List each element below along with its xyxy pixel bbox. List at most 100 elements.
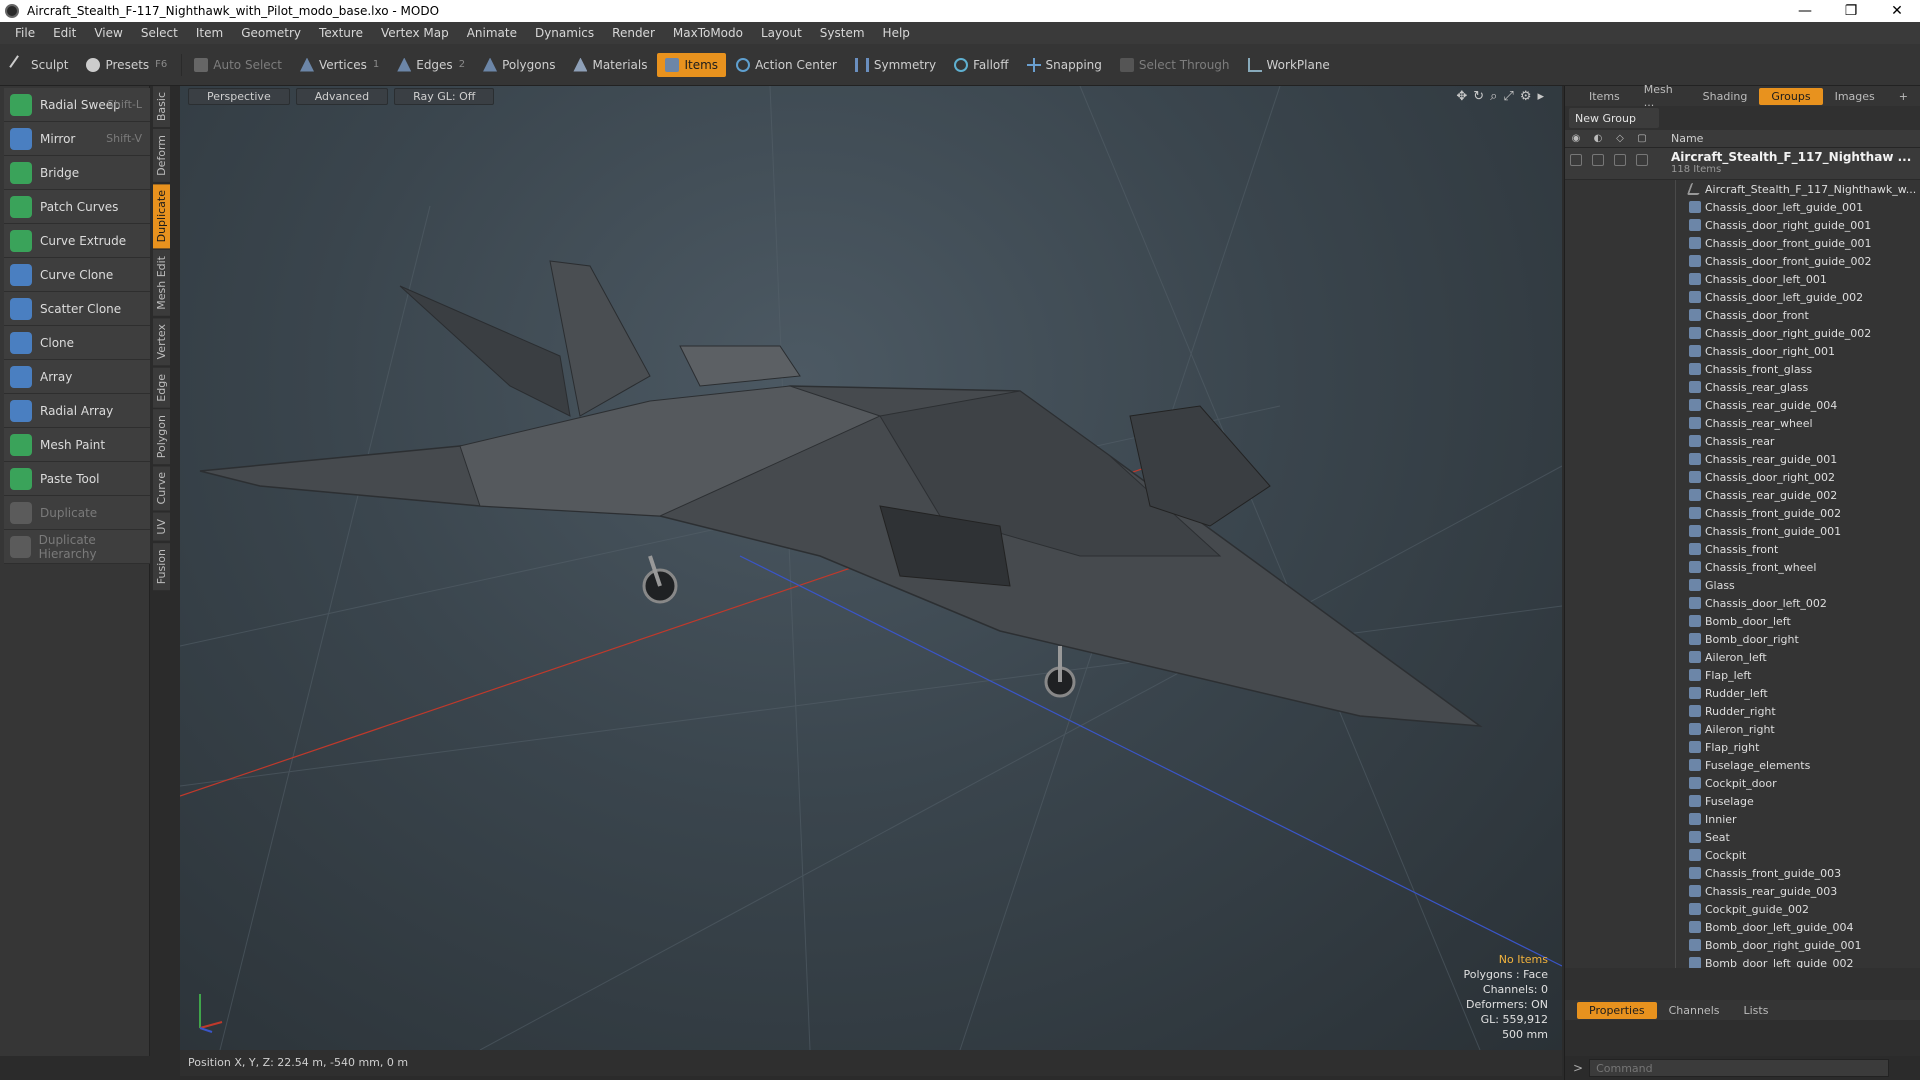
sculpt-button[interactable]: Sculpt [4, 53, 76, 77]
list-item[interactable]: Fuselage [1565, 792, 1920, 810]
menu-select[interactable]: Select [132, 26, 187, 40]
tab-channels[interactable]: Channels [1657, 1002, 1732, 1019]
presets-button[interactable]: Presets F6 [78, 53, 175, 77]
materials-button[interactable]: Materials [565, 53, 655, 77]
list-item[interactable]: Bomb_door_right [1565, 630, 1920, 648]
visibility-column-icon[interactable]: ◉ [1565, 133, 1587, 144]
tab-groups[interactable]: Groups [1759, 87, 1823, 105]
list-item[interactable]: Bomb_door_right_guide_001 [1565, 936, 1920, 954]
vtab-deform[interactable]: Deform [153, 129, 170, 183]
list-item[interactable]: Flap_left [1565, 666, 1920, 684]
vtab-edge[interactable]: Edge [153, 367, 170, 408]
menu-maxtomodo[interactable]: MaxToModo [664, 26, 752, 40]
root-render-toggle[interactable] [1592, 154, 1604, 166]
advanced-shading-tab[interactable]: Advanced [295, 87, 389, 105]
root-lock-toggle[interactable] [1614, 154, 1626, 166]
root-select-toggle[interactable] [1636, 154, 1648, 166]
menu-geometry[interactable]: Geometry [232, 26, 310, 40]
menu-texture[interactable]: Texture [310, 26, 372, 40]
list-item[interactable]: Cockpit_guide_002 [1565, 900, 1920, 918]
menu-edit[interactable]: Edit [44, 26, 85, 40]
list-item[interactable]: Chassis_rear_guide_003 [1565, 882, 1920, 900]
select-column-icon[interactable]: ▢ [1631, 133, 1653, 144]
tab-properties[interactable]: Properties [1577, 1001, 1657, 1019]
list-item[interactable]: Chassis_rear_guide_001 [1565, 450, 1920, 468]
viewport-expand-icon[interactable]: ▸ [1537, 89, 1544, 104]
tool-duplicate-hierarchy[interactable]: Duplicate Hierarchy [4, 530, 150, 564]
list-item[interactable]: Chassis_door_left_002 [1565, 594, 1920, 612]
menu-file[interactable]: File [6, 26, 44, 40]
menu-layout[interactable]: Layout [752, 26, 811, 40]
list-item[interactable]: Chassis_door_right_001 [1565, 342, 1920, 360]
fit-icon[interactable]: ⤢ [1503, 89, 1513, 104]
3d-viewport[interactable]: Perspective Advanced Ray GL: Off ✥ ↻ ⌕ ⤢… [180, 86, 1562, 1050]
rotate-icon[interactable]: ↻ [1473, 89, 1484, 104]
list-item[interactable]: Seat [1565, 828, 1920, 846]
vtab-fusion[interactable]: Fusion [153, 542, 170, 590]
tab-mesh[interactable]: Mesh ... [1632, 81, 1691, 111]
menu-render[interactable]: Render [603, 26, 664, 40]
edges-button[interactable]: Edges 2 [389, 53, 473, 77]
list-item[interactable]: Chassis_front [1565, 540, 1920, 558]
list-item[interactable]: Chassis_door_right_002 [1565, 468, 1920, 486]
menu-view[interactable]: View [85, 26, 131, 40]
vtab-uv[interactable]: UV [153, 512, 170, 541]
lock-column-icon[interactable]: ◇ [1609, 133, 1631, 144]
tool-duplicate[interactable]: Duplicate [4, 496, 150, 530]
tool-clone[interactable]: Clone [4, 326, 150, 360]
list-item[interactable]: Rudder_left [1565, 684, 1920, 702]
vertices-button[interactable]: Vertices 1 [292, 53, 387, 77]
zoom-icon[interactable]: ⌕ [1490, 89, 1497, 104]
vtab-basic[interactable]: Basic [153, 86, 170, 128]
list-item[interactable]: Cockpit [1565, 846, 1920, 864]
list-item[interactable]: Chassis_rear_guide_002 [1565, 486, 1920, 504]
menu-item[interactable]: Item [187, 26, 232, 40]
menu-dynamics[interactable]: Dynamics [526, 26, 603, 40]
tool-mirror[interactable]: Mirror Shift-V [4, 122, 150, 156]
auto-select-button[interactable]: Auto Select [186, 53, 290, 77]
list-item[interactable]: Chassis_door_left_guide_002 [1565, 288, 1920, 306]
menu-help[interactable]: Help [874, 26, 919, 40]
perspective-view-tab[interactable]: Perspective [188, 87, 290, 105]
polygons-button[interactable]: Polygons [475, 53, 563, 77]
menu-animate[interactable]: Animate [458, 26, 526, 40]
list-item[interactable]: Bomb_door_left_guide_002 [1565, 954, 1920, 968]
list-item[interactable]: Innier [1565, 810, 1920, 828]
list-item[interactable]: Chassis_door_left_001 [1565, 270, 1920, 288]
list-item[interactable]: Chassis_front_guide_002 [1565, 504, 1920, 522]
list-item[interactable]: Glass [1565, 576, 1920, 594]
tool-bridge[interactable]: Bridge [4, 156, 150, 190]
list-item[interactable]: Chassis_front_guide_003 [1565, 864, 1920, 882]
minimize-button[interactable]: — [1782, 0, 1828, 22]
list-item[interactable]: Chassis_door_front_guide_002 [1565, 252, 1920, 270]
menu-vertex-map[interactable]: Vertex Map [372, 26, 458, 40]
pan-icon[interactable]: ✥ [1456, 89, 1467, 104]
list-item[interactable]: Chassis_rear [1565, 432, 1920, 450]
select-through-button[interactable]: Select Through [1112, 53, 1238, 77]
ray-gl-toggle[interactable]: Ray GL: Off [394, 87, 495, 105]
tool-patch-curves[interactable]: Patch Curves [4, 190, 150, 224]
tab-lists[interactable]: Lists [1732, 1002, 1781, 1019]
menu-system[interactable]: System [811, 26, 874, 40]
list-item[interactable]: Chassis_rear_guide_004 [1565, 396, 1920, 414]
list-item[interactable]: Flap_right [1565, 738, 1920, 756]
vtab-vertex[interactable]: Vertex [153, 318, 170, 366]
command-input[interactable] [1589, 1059, 1890, 1077]
viewport-settings-icon[interactable]: ⚙ [1520, 89, 1532, 104]
tab-items[interactable]: Items [1577, 88, 1632, 105]
list-item[interactable]: Chassis_door_right_guide_001 [1565, 216, 1920, 234]
tool-radial-array[interactable]: Radial Array [4, 394, 150, 428]
workplane-button[interactable]: WorkPlane [1240, 53, 1338, 77]
list-item[interactable]: Bomb_door_left_guide_004 [1565, 918, 1920, 936]
tool-scatter-clone[interactable]: Scatter Clone [4, 292, 150, 326]
symmetry-button[interactable]: Symmetry [847, 53, 944, 77]
tool-curve-extrude[interactable]: Curve Extrude [4, 224, 150, 258]
root-group-row[interactable]: Aircraft_Stealth_F_117_Nighthaw ... 118 … [1565, 148, 1920, 180]
list-item[interactable]: Chassis_front_guide_001 [1565, 522, 1920, 540]
tool-array[interactable]: Array [4, 360, 150, 394]
list-item[interactable]: Rudder_right [1565, 702, 1920, 720]
list-item[interactable]: Aileron_right [1565, 720, 1920, 738]
new-group-button[interactable]: New Group [1569, 108, 1659, 128]
tool-curve-clone[interactable]: Curve Clone [4, 258, 150, 292]
name-column-header[interactable]: Name [1671, 132, 1703, 145]
